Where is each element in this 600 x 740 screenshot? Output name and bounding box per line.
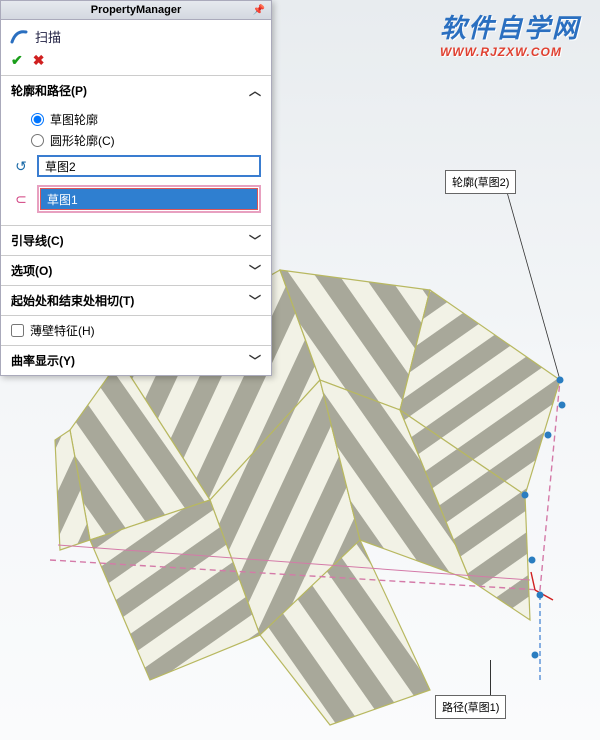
cancel-button[interactable]: ✖ [33, 52, 45, 69]
profile-field[interactable] [37, 155, 261, 177]
section-tangent[interactable]: 起始处和结束处相切(T) ﹀ [1, 286, 271, 315]
chevron-down-icon: ﹀ [249, 292, 261, 309]
path-field[interactable] [40, 188, 258, 210]
callout-path: 路径(草图1) [435, 695, 506, 719]
section-guides[interactable]: 引导线(C) ﹀ [1, 226, 271, 255]
section-profile-path[interactable]: 轮廓和路径(P) ︿ [1, 76, 271, 105]
path-icon: ⊂ [11, 189, 31, 209]
chevron-down-icon: ﹀ [249, 262, 261, 279]
callout-profile: 轮廓(草图2) [445, 170, 516, 194]
chevron-up-icon: ︿ [249, 82, 261, 99]
ok-button[interactable]: ✔ [11, 52, 23, 69]
section-curvature[interactable]: 曲率显示(Y) ﹀ [1, 346, 271, 375]
chevron-down-icon: ﹀ [249, 352, 261, 369]
panel-title-bar: PropertyManager 📌 [1, 1, 271, 20]
pin-icon[interactable]: 📌 [253, 5, 265, 16]
sweep-icon [9, 26, 29, 46]
section-options[interactable]: 选项(O) ﹀ [1, 256, 271, 285]
checkbox-thin-feature[interactable]: 薄壁特征(H) [1, 315, 271, 345]
property-manager-panel: PropertyManager 📌 扫描 ✔ ✖ 轮廓和路径(P) ︿ 草图轮廓… [0, 0, 272, 376]
feature-title: 扫描 [35, 27, 61, 46]
chevron-down-icon: ﹀ [249, 232, 261, 249]
radio-circular-profile[interactable]: 圆形轮廓(C) [11, 130, 261, 151]
radio-sketch-profile[interactable]: 草图轮廓 [11, 109, 261, 130]
profile-icon: ↺ [11, 156, 31, 176]
watermark: 软件自学网 WWW.RJZXW.COM [440, 8, 580, 59]
